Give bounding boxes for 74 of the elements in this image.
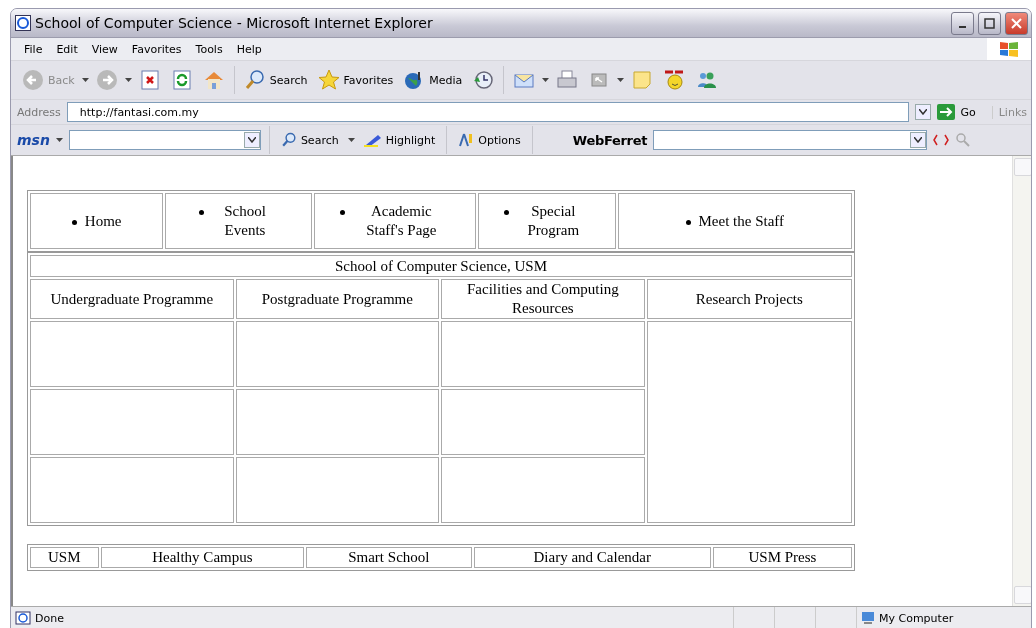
page-icon bbox=[15, 611, 31, 625]
column-header: Postgraduate Programme bbox=[260, 289, 414, 309]
bullet-icon bbox=[340, 210, 346, 215]
browser-logo-icon bbox=[15, 15, 31, 31]
footer-link[interactable]: Diary and Calendar bbox=[474, 548, 710, 567]
menu-item[interactable]: Edit bbox=[49, 42, 85, 56]
table-title: School of Computer Science, USM bbox=[333, 256, 549, 276]
caret-icon[interactable] bbox=[124, 78, 132, 82]
bullet-icon bbox=[685, 219, 691, 225]
sticky-note-icon bbox=[631, 69, 654, 91]
smiley-icon bbox=[663, 69, 686, 91]
caret-icon[interactable] bbox=[542, 78, 550, 82]
caret-icon[interactable] bbox=[347, 138, 355, 142]
dropdown-button[interactable] bbox=[243, 132, 260, 148]
caret-icon bbox=[919, 109, 928, 115]
footer-link[interactable]: Smart School bbox=[307, 548, 471, 567]
msn-logo: msn bbox=[17, 132, 50, 148]
bullet-icon bbox=[199, 210, 205, 215]
search-button[interactable]: Search bbox=[277, 132, 342, 148]
options-icon bbox=[458, 132, 475, 148]
address-field[interactable]: http://fantasi.com.my bbox=[66, 102, 910, 122]
menu-item[interactable]: Tools bbox=[188, 42, 230, 56]
minimize-icon bbox=[959, 26, 966, 28]
webferret-search-field[interactable] bbox=[653, 130, 928, 150]
star-icon bbox=[317, 69, 340, 91]
menu-item[interactable]: View bbox=[84, 42, 125, 56]
dropdown-button[interactable] bbox=[910, 132, 927, 148]
stop-icon bbox=[138, 69, 161, 91]
footer-link[interactable]: Healthy Campus bbox=[101, 548, 304, 567]
refresh-icon bbox=[170, 69, 193, 91]
caret-icon[interactable] bbox=[81, 78, 89, 82]
highlighter-icon bbox=[363, 133, 382, 147]
menu-item[interactable]: Favorites bbox=[124, 42, 189, 56]
close-button[interactable] bbox=[1005, 11, 1028, 35]
arrow-icon bbox=[937, 104, 956, 120]
media-button[interactable]: Media bbox=[400, 69, 466, 91]
column-header: Facilities and Computing Resources bbox=[466, 280, 620, 318]
column-header: Undergraduate Programme bbox=[49, 289, 215, 309]
search-icon bbox=[280, 132, 297, 148]
minimize-button[interactable] bbox=[951, 11, 974, 35]
highlight-button[interactable]: Highlight bbox=[360, 133, 439, 147]
caret-icon[interactable] bbox=[55, 138, 63, 142]
close-icon bbox=[1011, 17, 1022, 29]
bracket-icon[interactable] bbox=[933, 133, 950, 147]
search-icon bbox=[243, 69, 266, 91]
caret-icon bbox=[247, 137, 256, 143]
nav-link[interactable]: Meet the Staff bbox=[698, 211, 785, 231]
footer-link[interactable]: USM bbox=[31, 548, 98, 567]
menu-item[interactable]: Help bbox=[229, 42, 269, 56]
address-label: Address bbox=[17, 105, 61, 119]
column-header: Research Projects bbox=[694, 289, 804, 309]
window-title: School of Computer Science - Microsoft Internet Explorer bbox=[35, 15, 434, 31]
maximize-button[interactable] bbox=[978, 11, 1001, 35]
maximize-icon bbox=[984, 17, 995, 29]
search-button[interactable]: Search bbox=[240, 69, 311, 91]
computer-icon bbox=[861, 611, 875, 625]
msn-search-field[interactable] bbox=[68, 130, 261, 150]
caret-icon bbox=[914, 137, 923, 143]
bullet-icon bbox=[71, 219, 77, 225]
caret-icon[interactable] bbox=[617, 78, 625, 82]
menu-item[interactable]: File bbox=[17, 42, 50, 56]
go-button[interactable]: Go bbox=[937, 104, 986, 120]
windows-flag-icon bbox=[999, 40, 1019, 58]
footer-link[interactable]: USM Press bbox=[713, 548, 851, 567]
printer-icon bbox=[556, 69, 579, 91]
bullet-icon bbox=[504, 210, 510, 215]
favorites-button[interactable]: Favorites bbox=[314, 69, 397, 91]
options-button[interactable]: Options bbox=[455, 132, 524, 148]
dropdown-button[interactable] bbox=[915, 104, 932, 120]
nav-link[interactable]: Home bbox=[84, 211, 122, 231]
status-text: Done bbox=[35, 611, 65, 625]
webferret-logo: WebFerret bbox=[572, 132, 648, 148]
zone-text: My Computer bbox=[879, 611, 954, 625]
history-clock-icon bbox=[472, 69, 495, 91]
